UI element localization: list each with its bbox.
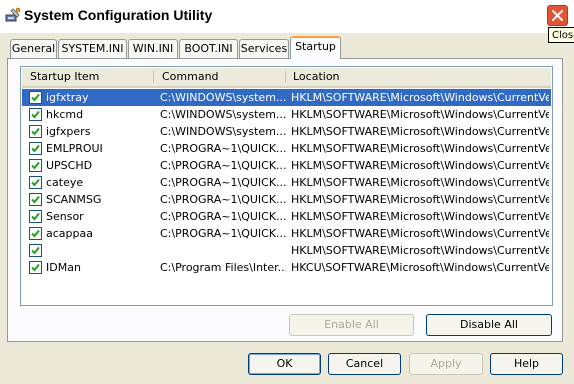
startup-item-command: C:\PROGRA~1\QUICK... [160,193,286,206]
startup-item-name: UPSCHD [46,159,93,172]
column-header-startup-item[interactable]: Startup Item [22,68,154,86]
startup-item-location: HKLM\SOFTWARE\Microsoft\Windows\CurrentV… [291,125,549,138]
startup-item-location: HKLM\SOFTWARE\Microsoft\Windows\CurrentV… [291,159,549,172]
close-tooltip: Close [548,27,574,43]
startup-item-location: HKLM\SOFTWARE\Microsoft\Windows\CurrentV… [291,244,549,257]
startup-item-checkbox[interactable] [29,227,42,240]
startup-item-checkbox[interactable] [29,261,42,274]
list-item[interactable]: igfxtray C:\WINDOWS\system... HKLM\SOFTWAR… [22,89,551,106]
list-item[interactable]: Sensor C:\PROGRA~1\QUICK... HKLM\SOFTWARE\… [22,208,551,225]
startup-item-command: C:\WINDOWS\system... [160,108,286,121]
startup-item-checkbox[interactable] [29,142,42,155]
startup-item-name: igfxtray [46,91,89,104]
cancel-button[interactable]: Cancel [328,353,401,375]
checkmark-icon [31,229,40,238]
tab-services[interactable]: Services [239,39,289,58]
msconfig-app-icon [5,7,21,23]
checkmark-icon [31,195,40,204]
list-item[interactable]: acappaa C:\PROGRA~1\QUICK... HKLM\SOFTWARE… [22,225,551,242]
startup-item-name: SCANMSG [46,193,102,206]
disable-all-button[interactable]: Disable All [426,314,552,336]
checkmark-icon [31,144,40,153]
checkmark-icon [31,263,40,272]
tab-win-ini[interactable]: WIN.INI [128,39,178,58]
checkmark-icon [31,127,40,136]
startup-item-location: HKLM\SOFTWARE\Microsoft\Windows\CurrentV… [291,210,549,223]
list-item[interactable]: EMLPROUI C:\PROGRA~1\QUICK... HKLM\SOFTWAR… [22,140,551,157]
startup-item-location: HKLM\SOFTWARE\Microsoft\Windows\CurrentV… [291,108,549,121]
startup-item-name: EMLPROUI [46,142,103,155]
startup-item-location: HKLM\SOFTWARE\Microsoft\Windows\CurrentV… [291,227,549,240]
apply-button[interactable]: Apply [409,353,483,375]
startup-item-checkbox[interactable] [29,244,42,257]
checkmark-icon [31,161,40,170]
close-icon [552,10,563,21]
startup-item-location: HKLM\SOFTWARE\Microsoft\Windows\CurrentV… [291,142,549,155]
checkmark-icon [31,110,40,119]
startup-item-command: C:\WINDOWS\system... [160,125,286,138]
tab-startup[interactable]: Startup [290,36,341,59]
tab-general[interactable]: General [10,39,57,58]
startup-item-name: IDMan [46,261,81,274]
startup-item-command: C:\Program Files\Inter... [160,261,286,274]
checkmark-icon [31,246,40,255]
startup-item-checkbox[interactable] [29,91,42,104]
startup-item-command: C:\PROGRA~1\QUICK... [160,227,286,240]
list-item[interactable]: cateye C:\PROGRA~1\QUICK... HKLM\SOFTWARE\… [22,174,551,191]
checkmark-icon [31,178,40,187]
help-button[interactable]: Help [490,353,563,375]
startup-item-command: C:\PROGRA~1\QUICK... [160,176,286,189]
startup-item-name: igfxpers [46,125,91,138]
window-title: System Configuration Utility [24,7,213,23]
startup-item-location: HKLM\SOFTWARE\Microsoft\Windows\CurrentV… [291,176,549,189]
list-item[interactable]: SCANMSG C:\PROGRA~1\QUICK... HKLM\SOFTWARE… [22,191,551,208]
list-header: Startup Item Command Location [22,68,551,88]
list-item[interactable]: hkcmd C:\WINDOWS\system... HKLM\SOFTWARE\M… [22,106,551,123]
startup-list[interactable]: Startup Item Command Location igfxtray C:… [20,66,553,306]
enable-all-button[interactable]: Enable All [289,314,414,336]
checkmark-icon [31,93,40,102]
list-item[interactable]: IDMan C:\Program Files\Inter... HKCU\SOFTW… [22,259,551,276]
startup-item-name: acappaa [46,227,93,240]
column-header-command[interactable]: Command [154,68,285,86]
startup-item-checkbox[interactable] [29,159,42,172]
tab-boot-ini[interactable]: BOOT.INI [179,39,238,58]
startup-item-location: HKCU\SOFTWARE\Microsoft\Windows\CurrentV… [291,261,549,274]
startup-item-command: C:\WINDOWS\system... [160,91,286,104]
startup-item-location: HKLM\SOFTWARE\Microsoft\Windows\CurrentV… [291,91,549,104]
checkmark-icon [31,212,40,221]
tab-system-ini[interactable]: SYSTEM.INI [58,39,127,58]
startup-item-command: C:\PROGRA~1\QUICK... [160,159,286,172]
startup-item-checkbox[interactable] [29,210,42,223]
title-bar: System Configuration Utility [0,0,574,33]
startup-item-name: Sensor [46,210,84,223]
list-item[interactable]: igfxpers C:\WINDOWS\system... HKLM\SOFTWAR… [22,123,551,140]
startup-item-name: cateye [46,176,84,189]
ok-button[interactable]: OK [248,353,321,375]
list-item[interactable]: UPSCHD C:\PROGRA~1\QUICK... HKLM\SOFTWARE\… [22,157,551,174]
column-header-location[interactable]: Location [285,68,549,86]
startup-item-checkbox[interactable] [29,176,42,189]
startup-item-checkbox[interactable] [29,193,42,206]
startup-item-command: C:\PROGRA~1\QUICK... [160,142,286,155]
startup-item-command: C:\PROGRA~1\QUICK... [160,210,286,223]
startup-item-checkbox[interactable] [29,108,42,121]
startup-item-location: HKLM\SOFTWARE\Microsoft\Windows\CurrentV… [291,193,549,206]
close-button[interactable] [547,5,568,26]
startup-item-checkbox[interactable] [29,125,42,138]
list-item[interactable]: HKLM\SOFTWARE\Microsoft\Windows\CurrentV… [22,242,551,259]
startup-item-name: hkcmd [46,108,84,121]
